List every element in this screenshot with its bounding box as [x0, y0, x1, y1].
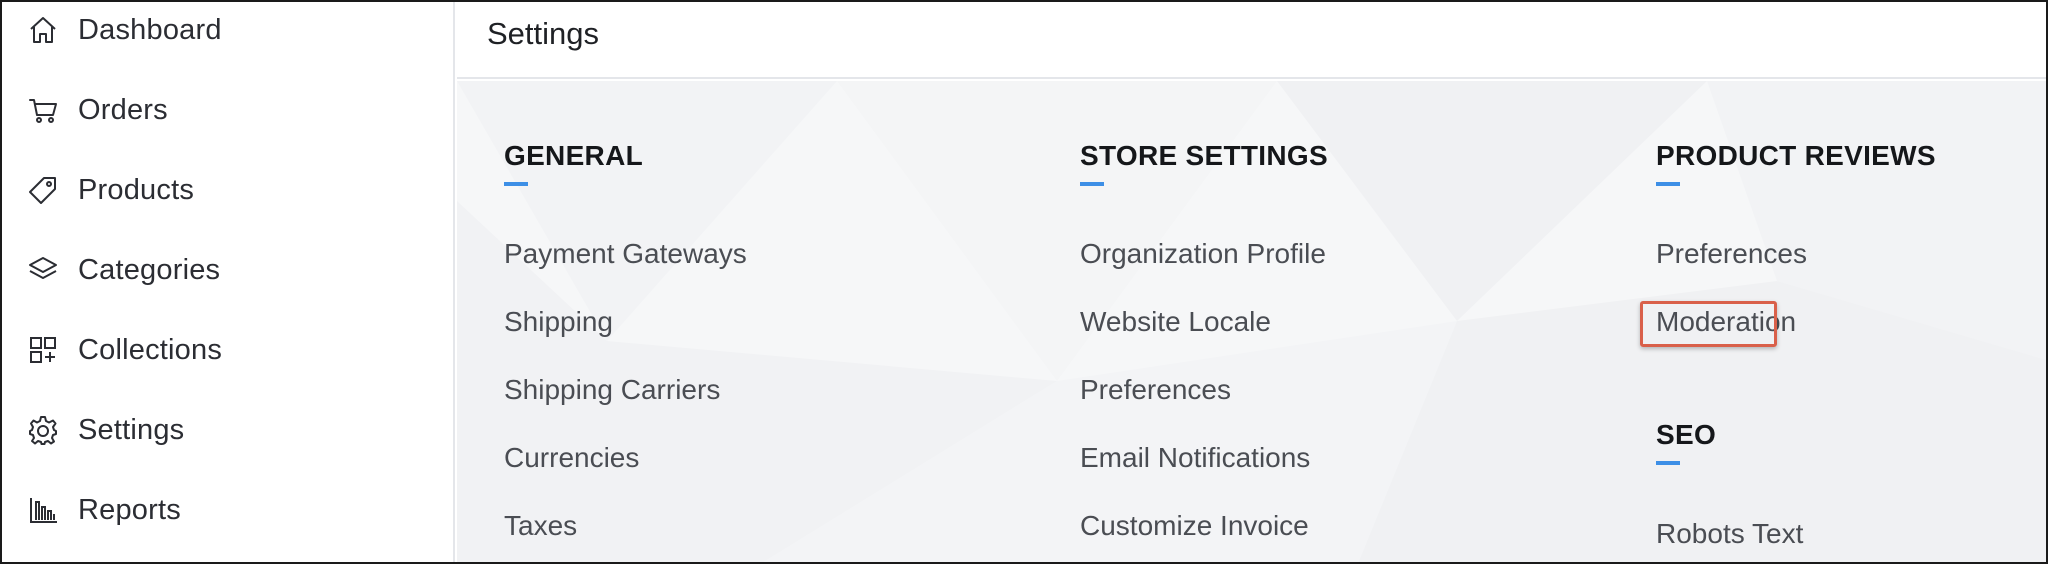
sidebar-item-label: Dashboard [78, 13, 222, 46]
link-review-preferences[interactable]: Preferences [1656, 238, 1807, 270]
page-title: Settings [487, 16, 600, 51]
sidebar-item-collections[interactable]: Collections [26, 328, 222, 372]
section-heading: PRODUCT REVIEWS [1656, 140, 1936, 171]
sidebar-item-label: Orders [78, 93, 168, 126]
grid-plus-icon [26, 333, 60, 367]
sidebar: Dashboard Orders Products Categories Col… [2, 2, 455, 562]
link-shipping[interactable]: Shipping [504, 306, 613, 338]
link-website-locale[interactable]: Website Locale [1080, 306, 1271, 338]
app-window: Dashboard Orders Products Categories Col… [0, 0, 2048, 564]
heading-accent-bar [1656, 461, 1680, 465]
sidebar-item-label: Collections [78, 333, 223, 366]
sidebar-item-label: Categories [78, 253, 221, 286]
cart-icon [26, 93, 60, 127]
sidebar-item-settings[interactable]: Settings [26, 408, 184, 452]
link-shipping-carriers[interactable]: Shipping Carriers [504, 374, 720, 406]
sidebar-item-categories[interactable]: Categories [26, 248, 220, 292]
link-email-notifications[interactable]: Email Notifications [1080, 442, 1310, 474]
link-currencies[interactable]: Currencies [504, 442, 639, 474]
link-organization-profile[interactable]: Organization Profile [1080, 238, 1326, 270]
sidebar-item-label: Products [78, 173, 195, 206]
heading-accent-bar [1080, 182, 1104, 186]
page-header: Settings [457, 2, 2046, 79]
sidebar-item-dashboard[interactable]: Dashboard [26, 8, 222, 52]
sidebar-item-products[interactable]: Products [26, 168, 194, 212]
layers-icon [26, 253, 60, 287]
link-store-preferences[interactable]: Preferences [1080, 374, 1231, 406]
heading-accent-bar [1656, 182, 1680, 186]
section-heading: GENERAL [504, 140, 643, 171]
gear-icon [26, 413, 60, 447]
sidebar-item-orders[interactable]: Orders [26, 88, 168, 132]
link-moderation[interactable]: Moderation [1656, 306, 1796, 338]
section-heading: STORE SETTINGS [1080, 140, 1328, 171]
bar-chart-icon [26, 493, 60, 527]
link-robots-text[interactable]: Robots Text [1656, 518, 1803, 550]
section-seo: SEO [1656, 419, 1716, 465]
settings-panel: GENERAL Payment Gateways Shipping Shippi… [457, 81, 2046, 562]
sidebar-item-label: Reports [78, 493, 181, 526]
section-store-settings: STORE SETTINGS [1080, 140, 1328, 186]
tag-icon [26, 173, 60, 207]
link-taxes[interactable]: Taxes [504, 510, 577, 542]
sidebar-item-reports[interactable]: Reports [26, 488, 181, 532]
section-heading: SEO [1656, 419, 1717, 450]
section-product-reviews: PRODUCT REVIEWS [1656, 140, 1936, 186]
section-general: GENERAL [504, 140, 643, 186]
home-icon [26, 13, 60, 47]
link-payment-gateways[interactable]: Payment Gateways [504, 238, 747, 270]
heading-accent-bar [504, 182, 528, 186]
sidebar-item-label: Settings [78, 413, 185, 446]
link-customize-invoice[interactable]: Customize Invoice [1080, 510, 1309, 542]
